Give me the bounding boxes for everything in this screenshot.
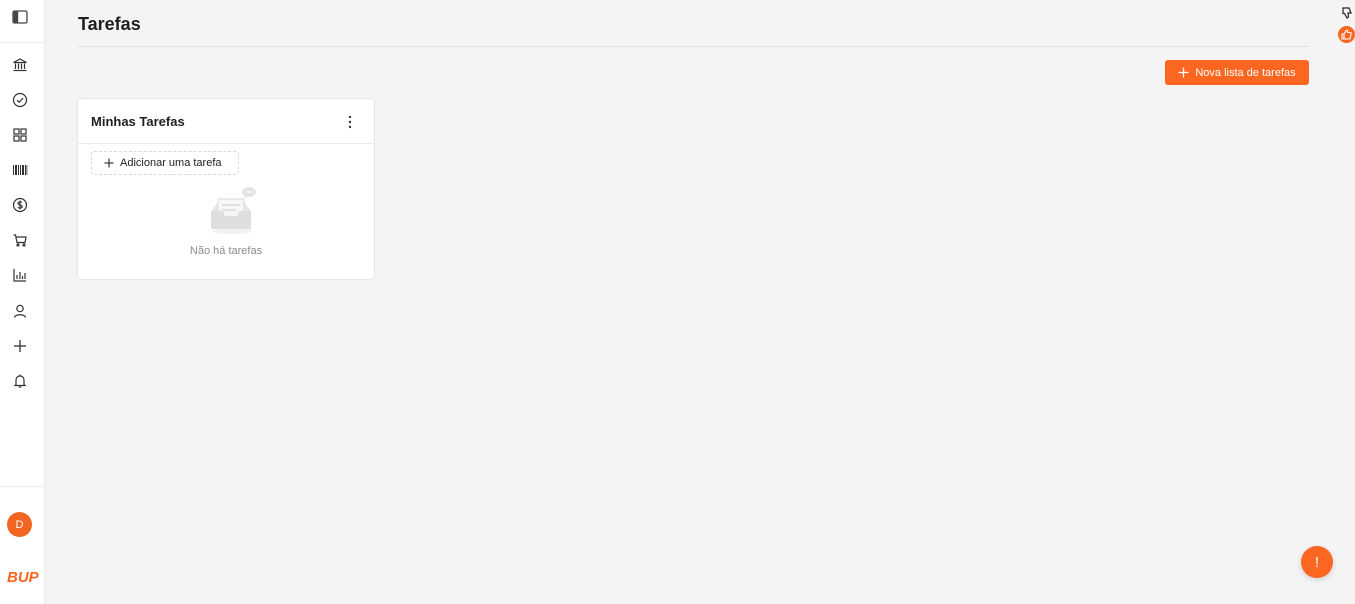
more-options-icon[interactable]: [340, 112, 360, 132]
add-task-button[interactable]: Adicionar uma tarefa: [91, 151, 239, 175]
add-task-label: Adicionar uma tarefa: [120, 157, 222, 169]
sidebar: D BUP: [0, 0, 45, 604]
help-button[interactable]: !: [1301, 546, 1333, 578]
sidebar-divider: [0, 486, 45, 487]
empty-inbox-icon: [206, 185, 258, 235]
dollar-icon: [12, 197, 28, 213]
bank-icon: [13, 58, 27, 72]
new-task-list-button[interactable]: Nova lista de tarefas: [1165, 60, 1309, 85]
sidebar-item-finance[interactable]: [10, 195, 30, 215]
sidebar-item-tasks[interactable]: [10, 90, 30, 110]
bar-chart-icon: [13, 269, 26, 282]
sidebar-item-add[interactable]: [10, 336, 30, 356]
sidebar-item-bank[interactable]: [10, 55, 30, 75]
plus-icon: [104, 158, 114, 168]
thumbs-down-icon[interactable]: [1340, 6, 1354, 20]
task-list-title: Minhas Tarefas: [91, 114, 185, 129]
svg-text:BUP: BUP: [7, 569, 40, 586]
brand-logo: BUP: [6, 566, 40, 586]
check-circle-icon: [12, 92, 28, 108]
sidebar-item-notifications[interactable]: [10, 371, 30, 391]
user-icon: [13, 304, 27, 318]
thumbs-up-icon[interactable]: [1338, 26, 1355, 43]
task-list-card: Minhas Tarefas Adicionar uma tarefa Não …: [77, 98, 375, 280]
sidebar-item-barcode[interactable]: [10, 160, 30, 180]
sidebar-item-reports[interactable]: [10, 265, 30, 285]
sidebar-toggle-icon[interactable]: [11, 8, 29, 26]
new-task-list-label: Nova lista de tarefas: [1195, 66, 1296, 79]
barcode-icon: [13, 165, 28, 175]
title-divider: [78, 46, 1309, 47]
sidebar-item-dashboard[interactable]: [10, 125, 30, 145]
sidebar-divider: [0, 42, 45, 43]
bell-icon: [13, 374, 27, 388]
grid-icon: [13, 128, 27, 142]
empty-state-text: Não há tarefas: [189, 245, 263, 257]
plus-icon: [1178, 67, 1189, 78]
cart-icon: [13, 234, 27, 247]
sidebar-item-cart[interactable]: [10, 230, 30, 250]
plus-icon: [14, 340, 26, 352]
user-avatar[interactable]: D: [7, 512, 32, 537]
task-list-header: Minhas Tarefas: [78, 99, 374, 144]
page-title: Tarefas: [78, 14, 141, 34]
sidebar-item-user[interactable]: [10, 301, 30, 321]
